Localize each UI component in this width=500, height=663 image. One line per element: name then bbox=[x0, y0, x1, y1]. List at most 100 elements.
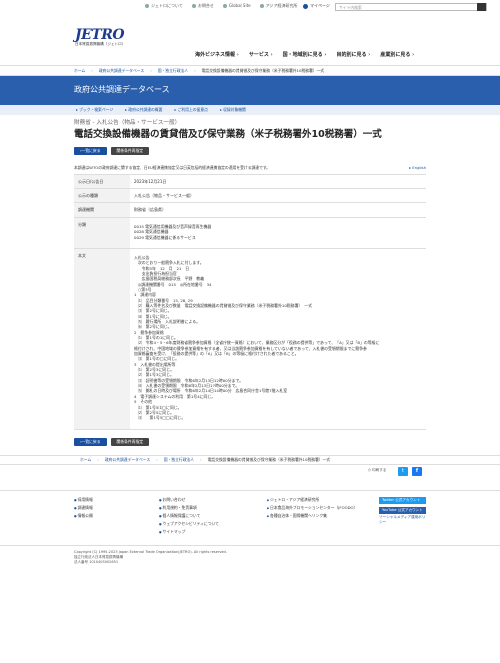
footer-link[interactable]: 日本食品海外プロモーションセンター（JFOODO） bbox=[267, 505, 359, 510]
utility-links: ジェトロについて お問合せ Global Site アジア経済研究所 bbox=[145, 3, 297, 8]
logo-mark: JETRO bbox=[75, 27, 125, 43]
bullet-icon bbox=[259, 3, 264, 8]
row-key: 公示日/公告日 bbox=[74, 173, 130, 190]
wto-note: 本調達はWTOの政府調達に関する協定、日EU経済連携協定又は日英包括的経済連携協… bbox=[74, 165, 426, 170]
banner-title: 政府公共調達データベース bbox=[74, 85, 170, 95]
bid-condition-button[interactable]: 関係条件再指定 bbox=[110, 437, 150, 446]
utility-link-contact[interactable]: お問合せ bbox=[191, 3, 214, 8]
nav-by-purpose[interactable]: 目的別に見る bbox=[336, 52, 370, 59]
row-value: 入札公告（物品・サービス一般） bbox=[130, 188, 426, 204]
subnav-top[interactable]: ブック・検索ページ bbox=[76, 107, 113, 112]
nav-by-industry[interactable]: 産業別に見る bbox=[380, 52, 414, 59]
footer-link[interactable]: 各種自治体・国際機関ヘリンク集 bbox=[267, 513, 359, 518]
breadcrumb-current: 電話交換設備機器の賃貸借及び保守業務（米子税務署外10税務署）一式 bbox=[201, 67, 325, 73]
footer: 採用情報 調達情報 情報公開 お問い合わせ 利用規約・免責事項 個人情報保護につ… bbox=[0, 489, 500, 541]
table-row: 公示の種類 入札公告（物品・サービス一般） bbox=[74, 188, 426, 204]
sub-nav: ブック・検索ページ 政府公共調達の概要 ご利用上の留意点 収録対象機関 bbox=[0, 105, 500, 115]
row-key: 本文 bbox=[74, 247, 130, 430]
breadcrumb-sep: › bbox=[194, 67, 196, 73]
row-value: 0015 電気通信用機器及び音声録音再生機器 0028 電気通信機器 0029 … bbox=[130, 216, 426, 249]
copyright: Copyright (C) 1995-2023 Japan External T… bbox=[0, 545, 500, 565]
footer-social: Twitter 公式アカウント YouTube 公式アカウント ソーシャルメディ… bbox=[378, 496, 426, 535]
footer-col-1: 採用情報 調達情報 情報公開 bbox=[74, 497, 139, 535]
info-table: 公示日/公告日 2023年12月21日 公示の種類 入札公告（物品・サービス一般） … bbox=[74, 173, 426, 430]
twitter-share-icon[interactable]: t bbox=[398, 466, 408, 476]
utility-link-about[interactable]: ジェトロについて bbox=[145, 3, 183, 8]
row-value: 2023年12月21日 bbox=[130, 173, 426, 190]
search-input[interactable]: サイト内検索 bbox=[335, 3, 487, 11]
footer-link[interactable]: 採用情報 bbox=[74, 497, 139, 502]
row-key: 分類 bbox=[74, 216, 130, 249]
nav-overseas-business[interactable]: 海外ビジネス情報 bbox=[195, 52, 239, 59]
page-title: 電話交換設備機器の賃貸借及び保守業務（米子税務署外10税務署）一式 bbox=[74, 128, 382, 140]
breadcrumb-sep: › bbox=[150, 67, 152, 73]
subnav-agencies[interactable]: 収録対象機関 bbox=[220, 107, 246, 112]
back-to-list-button[interactable]: 一覧に戻る bbox=[74, 146, 107, 155]
social-policy-link[interactable]: ソーシャルメディア運用ポリシー bbox=[379, 515, 426, 524]
youtube-account-link[interactable]: YouTube 公式アカウント bbox=[378, 506, 426, 514]
breadcrumb-sep: › bbox=[91, 67, 93, 73]
subnav-notes[interactable]: ご利用上の留意点 bbox=[174, 107, 208, 112]
subnav-overview[interactable]: 政府公共調達の概要 bbox=[125, 107, 162, 112]
breadcrumb-current: 電話交換設備機器の賃貸借及び保守業務（米子税務署外10税務署）一式 bbox=[207, 456, 331, 462]
nav-by-region[interactable]: 国・地域別に見る bbox=[283, 52, 327, 59]
breadcrumb-sep: › bbox=[200, 456, 202, 462]
jetro-logo[interactable]: JETRO 日本貿易振興機構（ジェトロ） bbox=[75, 28, 125, 47]
row-key: 調達機関 bbox=[74, 202, 130, 218]
page-category: 財務省 - 入札公告（物品・サービス一般） bbox=[74, 120, 181, 126]
main-nav: 海外ビジネス情報 サービス 国・地域別に見る 目的別に見る 産業別に見る bbox=[195, 52, 414, 59]
mypage-link[interactable]: マイページ bbox=[303, 3, 330, 9]
footer-link[interactable]: 情報公開 bbox=[74, 513, 139, 518]
footer-link[interactable]: お問い合わせ bbox=[159, 497, 247, 502]
breadcrumb-sep: › bbox=[156, 456, 158, 462]
utility-link-ide[interactable]: アジア経済研究所 bbox=[259, 3, 297, 8]
bullet-icon bbox=[145, 3, 149, 8]
table-row: 分類 0015 電気通信用機器及び音声録音再生機器 0028 電気通信機器 002… bbox=[74, 216, 426, 249]
bullet-icon bbox=[191, 3, 196, 8]
row-value: 財務省（広島県） bbox=[130, 202, 426, 218]
twitter-account-link[interactable]: Twitter 公式アカウント bbox=[378, 496, 426, 504]
breadcrumb-db[interactable]: 政府公共調達データベース bbox=[105, 457, 150, 462]
breadcrumb-agency[interactable]: 国・独立行政法人 bbox=[164, 457, 194, 462]
copyright-text: Copyright (C) 1995-2023 Japan External T… bbox=[74, 550, 227, 565]
breadcrumb-sep: › bbox=[97, 456, 99, 462]
main-content: 財務省 - 入札公告（物品・サービス一般） 電話交換設備機器の賃貸借及び保守業務… bbox=[0, 120, 500, 446]
footer-link[interactable]: 利用規約・免責事項 bbox=[159, 505, 247, 510]
print-button[interactable]: ⎙ 印刷する bbox=[368, 468, 386, 473]
footer-link[interactable]: ジェトロ・アジア経済研究所 bbox=[267, 497, 359, 502]
english-link[interactable]: English bbox=[409, 165, 426, 170]
bid-condition-button[interactable]: 関係条件再指定 bbox=[110, 146, 150, 155]
search-button[interactable] bbox=[477, 3, 486, 11]
footer-link[interactable]: ウェブアクセシビリティについて bbox=[159, 521, 247, 526]
table-row: 本文 入札公告 次のとおり一般競争入札に付します。 令和5年 12 月 21 日 … bbox=[74, 247, 426, 430]
footer-col-2: お問い合わせ 利用規約・免責事項 個人情報保護について ウェブアクセシビリティに… bbox=[159, 497, 247, 535]
breadcrumb-home[interactable]: ホーム bbox=[80, 457, 91, 462]
utility-bar: ジェトロについて お問合せ Global Site アジア経済研究所 マイページ… bbox=[0, 0, 500, 14]
breadcrumb-bottom: ホーム › 政府公共調達データベース › 国・独立行政法人 › 電話交換設備機器の賃貸… bbox=[0, 454, 500, 465]
action-buttons-bottom: 一覧に戻る 関係条件再指定 bbox=[74, 437, 426, 446]
breadcrumb: ホーム › 政府公共調達データベース › 国・独立行政法人 › 電話交換設備機器の賃貸… bbox=[0, 65, 500, 76]
footer-link[interactable]: サイトマップ bbox=[159, 529, 247, 534]
footer-link[interactable]: 個人情報保護について bbox=[159, 513, 247, 518]
note-text: 本調達はWTOの政府調達に関する協定、日EU経済連携協定又は日英包括的経済連携協… bbox=[74, 164, 271, 170]
page-banner: 政府公共調達データベース bbox=[0, 76, 500, 105]
globe-icon bbox=[222, 3, 227, 8]
footer-col-3: ジェトロ・アジア経済研究所 日本食品海外プロモーションセンター（JFOODO） … bbox=[267, 497, 359, 535]
site-header: JETRO 日本貿易振興機構（ジェトロ） 海外ビジネス情報 サービス 国・地域別… bbox=[0, 14, 500, 58]
breadcrumb-db[interactable]: 政府公共調達データベース bbox=[99, 68, 144, 73]
breadcrumb-agency[interactable]: 国・独立行政法人 bbox=[158, 68, 188, 73]
footer-link[interactable]: 調達情報 bbox=[74, 505, 139, 510]
share-bar: ⎙ 印刷する t f bbox=[0, 465, 500, 479]
nav-services[interactable]: サービス bbox=[249, 52, 273, 59]
facebook-share-icon[interactable]: f bbox=[412, 466, 422, 476]
table-row: 調達機関 財務省（広島県） bbox=[74, 202, 426, 218]
user-icon bbox=[303, 3, 308, 9]
table-row: 公示日/公告日 2023年12月21日 bbox=[74, 173, 426, 190]
logo-sub: 日本貿易振興機構（ジェトロ） bbox=[75, 42, 126, 46]
back-to-list-button[interactable]: 一覧に戻る bbox=[74, 437, 107, 446]
print-label: 印刷する bbox=[372, 467, 387, 472]
breadcrumb-home[interactable]: ホーム bbox=[74, 68, 85, 73]
body-text: 入札公告 次のとおり一般競争入札に付します。 令和5年 12 月 21 日 支出… bbox=[130, 247, 426, 430]
action-buttons: 一覧に戻る 関係条件再指定 bbox=[74, 146, 426, 155]
utility-link-global[interactable]: Global Site bbox=[222, 3, 251, 8]
